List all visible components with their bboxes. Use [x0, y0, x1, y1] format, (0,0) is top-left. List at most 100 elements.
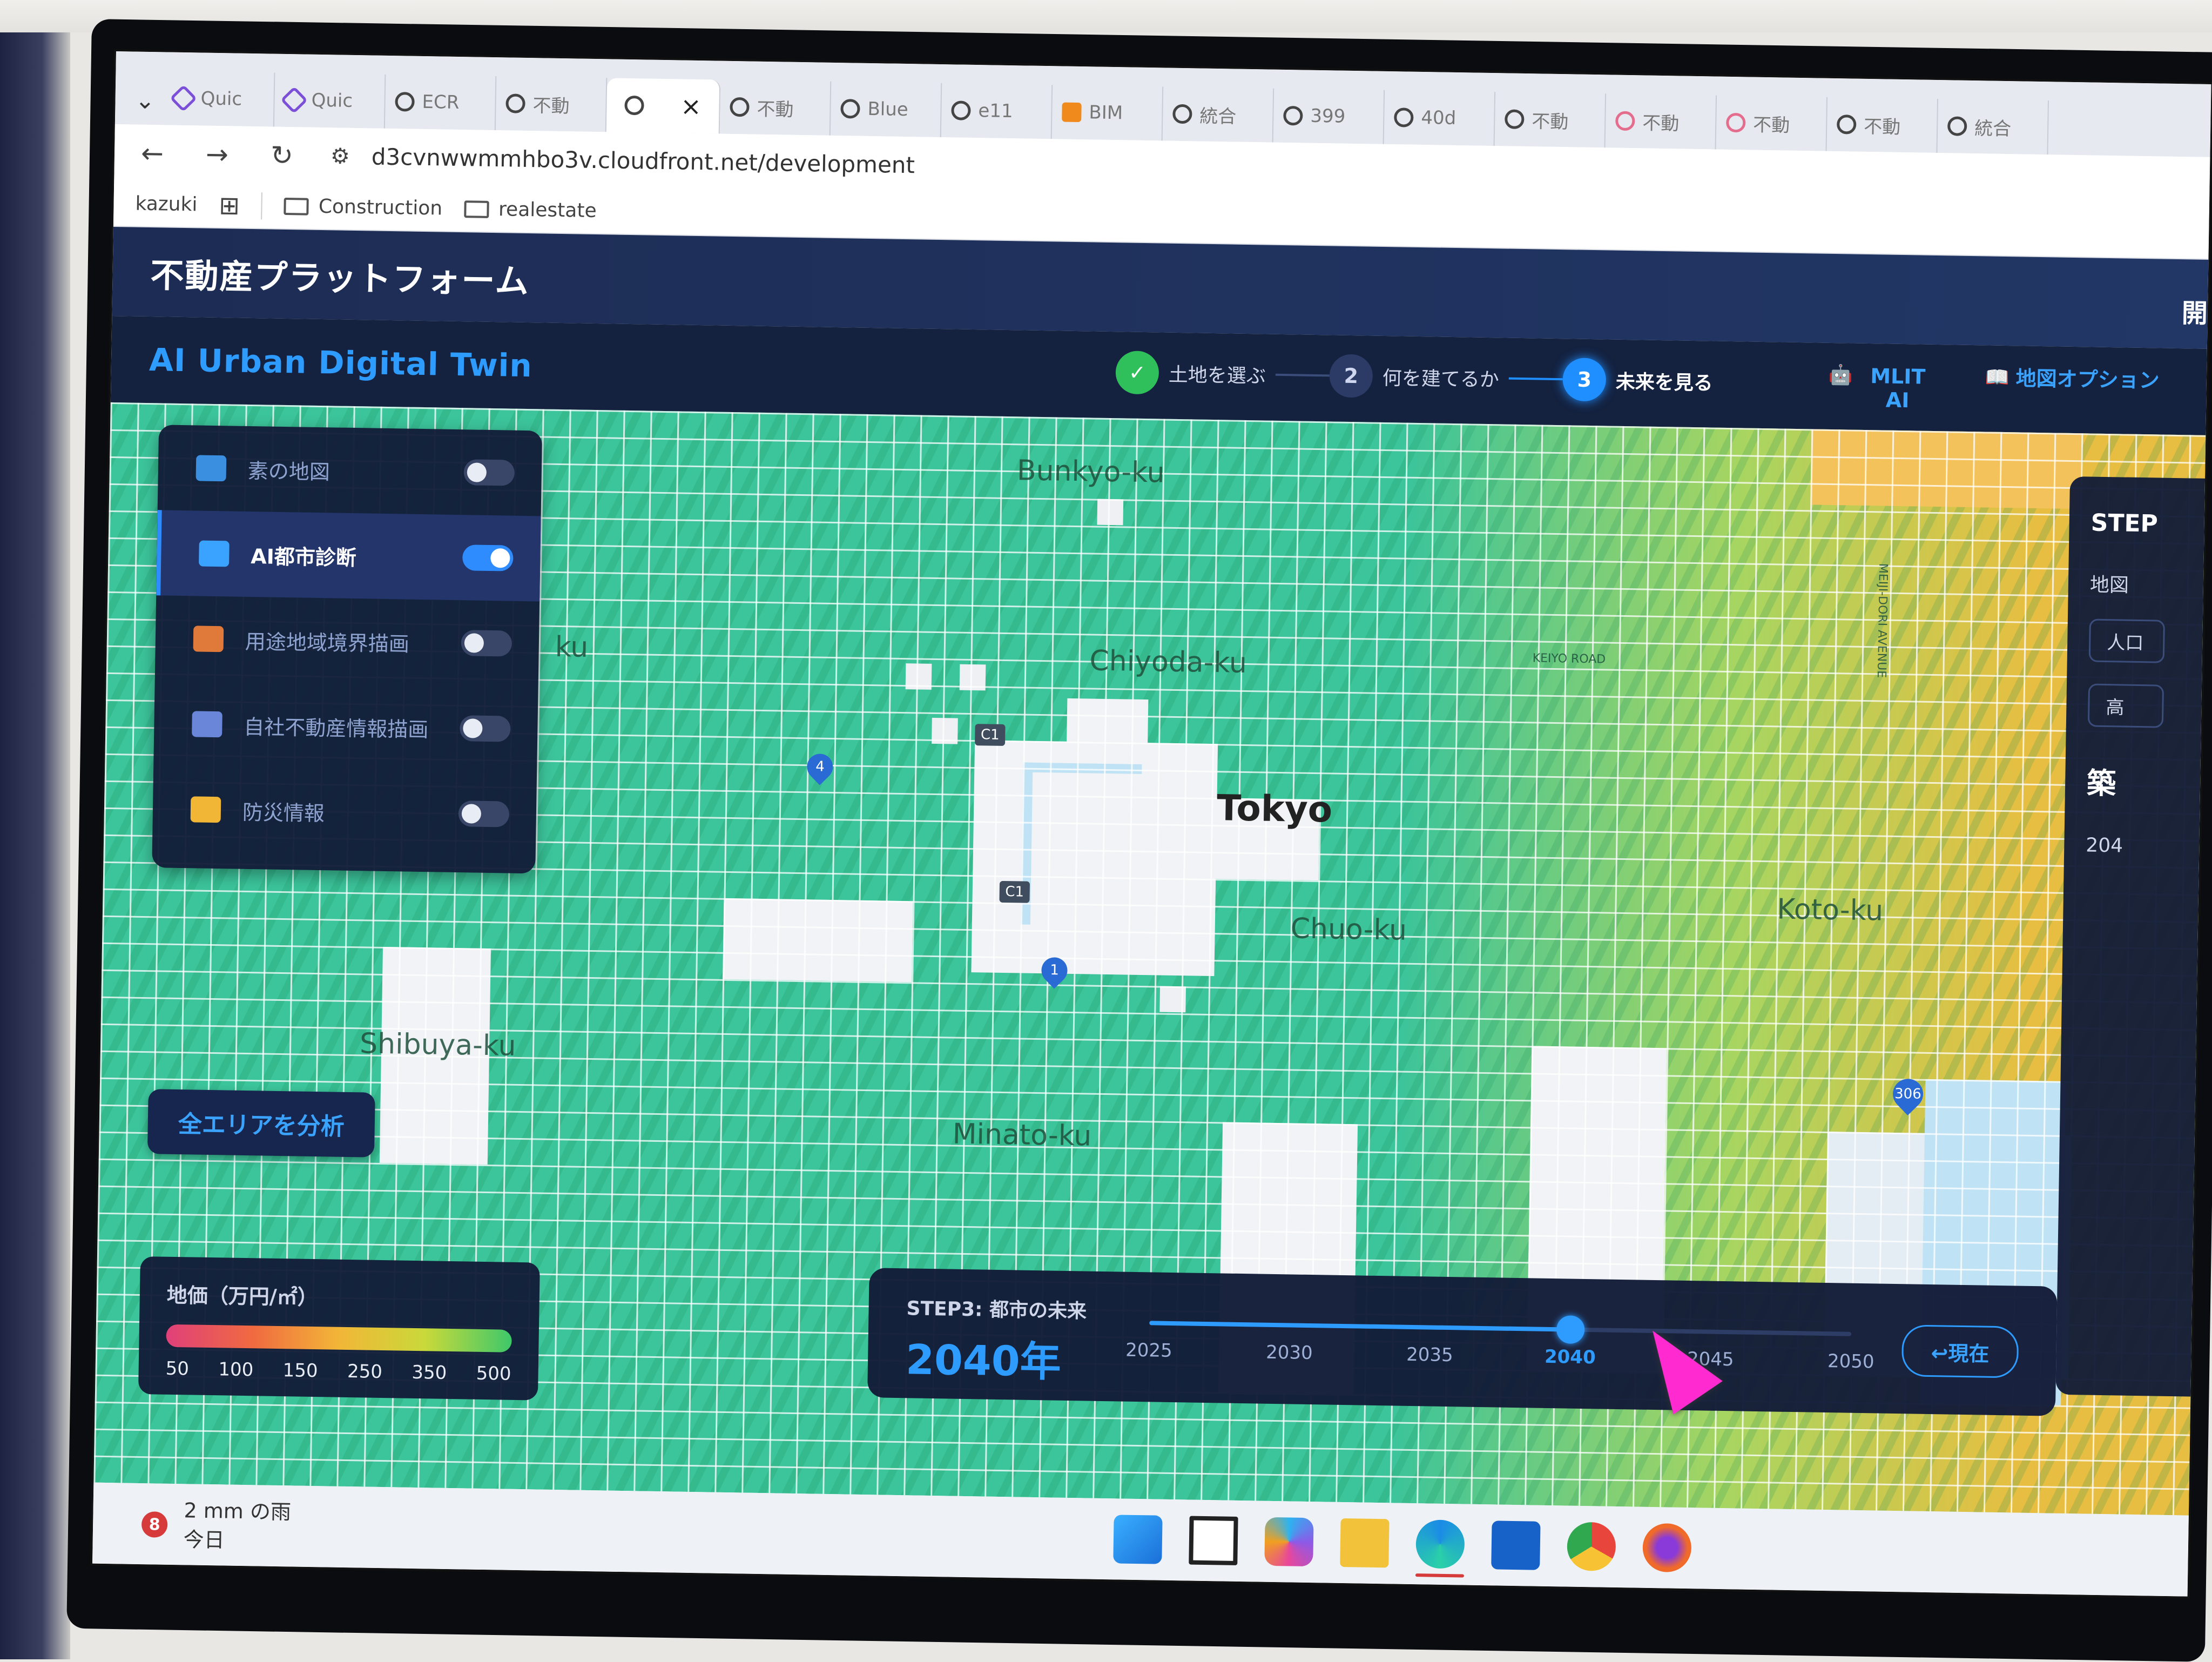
monitor-screen: ⌄ Quic Quic ECR 不動 × 不動 Blue e11 BIM 統合 399 40d 不動 不動…: [92, 51, 2211, 1597]
tab-title: e11: [978, 100, 1013, 123]
browser-tab[interactable]: Blue: [830, 81, 942, 138]
firefox-browser-icon[interactable]: [1642, 1523, 1692, 1573]
edge-browser-icon[interactable]: [1415, 1519, 1465, 1569]
folder-icon: [284, 197, 309, 216]
timeline-year-label[interactable]: 2030: [1266, 1342, 1313, 1364]
layer-label: 用途地域境界描画: [245, 629, 410, 656]
browser-tab[interactable]: ×: [606, 78, 721, 134]
layer-row[interactable]: 素の地図: [158, 425, 542, 516]
browser-tab[interactable]: 40d: [1384, 90, 1496, 146]
layer-label: 素の地図: [247, 459, 331, 484]
reset-to-now-button[interactable]: ↩現在: [1901, 1324, 2019, 1378]
browser-tab[interactable]: Quic: [274, 72, 386, 129]
layer-row[interactable]: 用途地域境界描画: [155, 595, 539, 687]
timeline-year-label[interactable]: 2040: [1545, 1346, 1596, 1368]
windows-start-icon[interactable]: [1113, 1515, 1163, 1564]
layer-toggle[interactable]: [460, 715, 511, 742]
map-label-fragment: ku: [555, 630, 589, 664]
browser-tab[interactable]: ECR: [385, 74, 497, 131]
file-explorer-icon[interactable]: [1340, 1518, 1390, 1568]
tab-title: 不動: [1531, 110, 1569, 133]
task-view-icon[interactable]: [1189, 1516, 1238, 1565]
browser-tab[interactable]: 不動: [1716, 95, 1828, 151]
browser-tab[interactable]: 不動: [719, 79, 832, 136]
taskbar-apps: [1113, 1515, 1692, 1573]
tab-title: BIM: [1089, 102, 1123, 124]
globe-icon: [1172, 104, 1192, 124]
browser-tab[interactable]: 399: [1273, 88, 1385, 144]
map-label-chiyoda: Chiyoda-ku: [1089, 644, 1247, 680]
timeline-year-label[interactable]: 2050: [1827, 1350, 1874, 1372]
header-right-button[interactable]: 開: [2181, 292, 2208, 330]
globe-icon: [1947, 116, 1967, 136]
browser-tab[interactable]: BIM: [1051, 85, 1164, 141]
layer-row[interactable]: 自社不動産情報描画: [153, 681, 538, 772]
browser-tab[interactable]: e11: [941, 83, 1053, 139]
step-3-number[interactable]: 3: [1562, 358, 1607, 402]
apps-grid-icon[interactable]: ⊞: [219, 191, 240, 220]
layer-toggle[interactable]: [462, 544, 514, 571]
step-3-label[interactable]: 未来を見る: [1615, 366, 1713, 396]
tab-title: 不動: [1752, 114, 1790, 137]
browser-tab[interactable]: Quic: [163, 71, 275, 127]
chrome-browser-icon[interactable]: [1567, 1522, 1616, 1571]
legend-title: 地価（万円/㎡）: [166, 1283, 319, 1310]
layer-row[interactable]: 防災情報: [152, 766, 537, 857]
profile-label[interactable]: kazuki: [135, 193, 197, 216]
tab-title: Blue: [867, 98, 909, 121]
layer-toggle[interactable]: [463, 459, 515, 486]
browser-tab[interactable]: 不動: [1826, 97, 1939, 153]
robot-icon: 🤖: [1828, 364, 1853, 387]
reload-icon[interactable]: ↻: [266, 139, 299, 171]
analyze-all-button[interactable]: 全エリアを分析: [147, 1089, 375, 1158]
bookmark-folder-construction[interactable]: Construction: [284, 195, 442, 220]
tab-search-chevron-icon[interactable]: ⌄: [126, 76, 164, 125]
route-marker-c1[interactable]: C1: [999, 880, 1030, 903]
map-label-chuo: Chuo-ku: [1290, 912, 1407, 947]
browser-tab[interactable]: 不動: [495, 76, 608, 132]
globe-icon: [624, 95, 644, 116]
app-title: 不動産プラットフォーム: [150, 255, 530, 301]
site-info-icon[interactable]: ⚙: [331, 144, 350, 169]
browser-tab[interactable]: 不動: [1605, 93, 1717, 150]
microsoft-365-icon[interactable]: [1264, 1517, 1314, 1567]
timeline-year-label[interactable]: 2035: [1406, 1344, 1453, 1366]
weather-widget[interactable]: 8 2 mm の雨 今日: [141, 1495, 291, 1556]
browser-tab[interactable]: 統合: [1162, 86, 1274, 143]
layer-row[interactable]: AI都市診断: [156, 510, 541, 602]
layer-toggle[interactable]: [458, 800, 510, 827]
step-2-label[interactable]: 何を建てるか: [1382, 362, 1499, 392]
globe-icon: [395, 92, 415, 112]
step-1-label[interactable]: 土地を選ぶ: [1168, 359, 1266, 389]
map-book-icon: [195, 455, 227, 482]
url-field[interactable]: d3cvnwwmmhbo3v.cloudfront.net/developmen…: [371, 143, 915, 178]
right-panel-heading: 築: [2086, 766, 2116, 801]
warning-icon: [190, 796, 221, 823]
back-arrow-icon[interactable]: ←: [136, 137, 169, 169]
browser-tab[interactable]: 統合: [1937, 99, 2049, 155]
legend-color-bar: [166, 1324, 512, 1353]
right-panel-chip[interactable]: 高: [2087, 683, 2164, 728]
tab-title: Quic: [200, 88, 242, 110]
cube-icon: [1062, 102, 1082, 123]
forward-arrow-icon[interactable]: →: [201, 138, 234, 170]
right-panel-chip[interactable]: 人口: [2088, 618, 2165, 663]
pin-icon: [1726, 112, 1746, 133]
layer-toggle[interactable]: [461, 630, 512, 657]
close-tab-icon[interactable]: ×: [680, 91, 702, 121]
right-panel-title: STEP: [2090, 509, 2159, 538]
timeline-year-label[interactable]: 2025: [1125, 1340, 1172, 1362]
route-marker-c1[interactable]: C1: [975, 724, 1006, 746]
bookmark-folder-realestate[interactable]: realestate: [463, 198, 597, 222]
step-2-number[interactable]: 2: [1329, 354, 1373, 398]
microsoft-store-icon[interactable]: [1491, 1520, 1541, 1570]
map-options-link[interactable]: 📖 地図オプション: [1985, 366, 2180, 393]
step-1-check-icon[interactable]: ✓: [1115, 351, 1159, 395]
map-canvas[interactable]: Bunkyo-ku Chiyoda-ku Tokyo Chuo-ku Koto-…: [93, 402, 2206, 1516]
weather-badge: 8: [141, 1511, 168, 1538]
step-connector: [1275, 373, 1330, 377]
mlit-ai-link[interactable]: 🤖 MLIT AI: [1828, 364, 1937, 413]
quicksight-icon: [280, 86, 308, 114]
browser-tab[interactable]: 不動: [1494, 92, 1607, 148]
right-panel-year: 204: [2086, 834, 2123, 857]
